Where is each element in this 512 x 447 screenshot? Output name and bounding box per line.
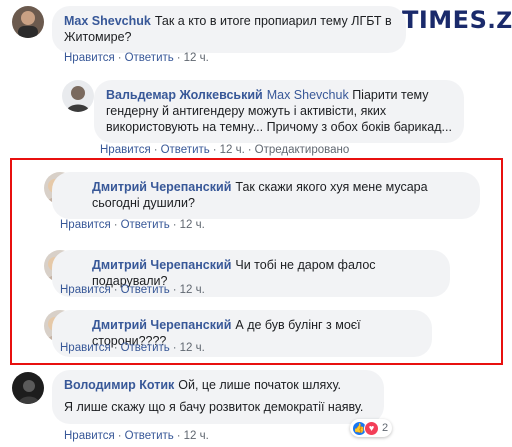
comment-author[interactable]: Max Shevchuk bbox=[64, 14, 151, 28]
comment-actions: Нравится · Ответить · 12 ч. bbox=[64, 430, 209, 442]
comment-time[interactable]: 12 ч. bbox=[184, 430, 209, 442]
comment-time[interactable]: 12 ч. bbox=[220, 144, 245, 156]
comment-text: Ой, це лише початок шляху. bbox=[178, 378, 342, 392]
reply-link[interactable]: Ответить bbox=[121, 284, 170, 296]
comment-actions: Нравится · Ответить · 12 ч. bbox=[60, 284, 205, 296]
comment-actions: Нравится · Ответить · 12 ч. · Отредактировано bbox=[100, 144, 350, 156]
comment-bubble: Max Shevchuk Так а кто в итоге пропиарил … bbox=[52, 6, 406, 53]
times-zt-logo: TIMES.ZT bbox=[402, 6, 512, 34]
comment-author[interactable]: Дмитрий Черепанский bbox=[92, 258, 231, 272]
reply-link[interactable]: Ответить bbox=[125, 430, 174, 442]
edited-label[interactable]: Отредактировано bbox=[255, 144, 350, 156]
comment-thread: TIMES.ZT Max ShevchukТак а кто в итоге п… bbox=[0, 0, 512, 447]
comment-actions: Нравится · Ответить · 12 ч. bbox=[64, 52, 209, 64]
reaction-summary[interactable]: 👍 ♥ 2 bbox=[350, 419, 393, 437]
reply-link[interactable]: Ответить bbox=[121, 342, 170, 354]
avatar[interactable] bbox=[62, 80, 94, 112]
reply-link[interactable]: Ответить bbox=[161, 144, 210, 156]
comment-bubble: Вальдемар Жолкевський Max Shevchuk Піарит… bbox=[94, 80, 464, 143]
avatar[interactable] bbox=[12, 372, 44, 404]
comment-bubble: Володимир Котик Ой, це лише початок шляху… bbox=[52, 370, 384, 424]
reaction-count: 2 bbox=[382, 422, 389, 434]
like-link[interactable]: Нравится bbox=[60, 342, 111, 354]
comment-time[interactable]: 12 ч. bbox=[180, 284, 205, 296]
reply-link[interactable]: Ответить bbox=[125, 52, 174, 64]
comment-actions: Нравится · Ответить · 12 ч. bbox=[60, 342, 205, 354]
like-link[interactable]: Нравится bbox=[100, 144, 151, 156]
comment-author[interactable]: Дмитрий Черепанский bbox=[92, 318, 231, 332]
reply-link[interactable]: Ответить bbox=[121, 219, 170, 231]
comment-author[interactable]: Вальдемар Жолкевський bbox=[106, 88, 263, 102]
comment-bubble: Дмитрий Черепанский Так скажи якого хуя м… bbox=[52, 172, 480, 219]
comment-text-line-2: Я лише скажу що я бачу розвиток демократ… bbox=[64, 400, 364, 414]
comment-time[interactable]: 12 ч. bbox=[184, 52, 209, 64]
like-link[interactable]: Нравится bbox=[64, 52, 115, 64]
comment-time[interactable]: 12 ч. bbox=[180, 219, 205, 231]
comment-actions: Нравится · Ответить · 12 ч. bbox=[60, 219, 205, 231]
like-link[interactable]: Нравится bbox=[60, 284, 111, 296]
mention-link[interactable]: Max Shevchuk bbox=[267, 88, 349, 102]
comment-author[interactable]: Дмитрий Черепанский bbox=[92, 180, 231, 194]
love-reaction-icon: ♥ bbox=[364, 420, 379, 436]
comment-author[interactable]: Володимир Котик bbox=[64, 378, 174, 392]
like-link[interactable]: Нравится bbox=[60, 219, 111, 231]
comment-time[interactable]: 12 ч. bbox=[180, 342, 205, 354]
avatar[interactable] bbox=[12, 6, 44, 38]
like-link[interactable]: Нравится bbox=[64, 430, 115, 442]
